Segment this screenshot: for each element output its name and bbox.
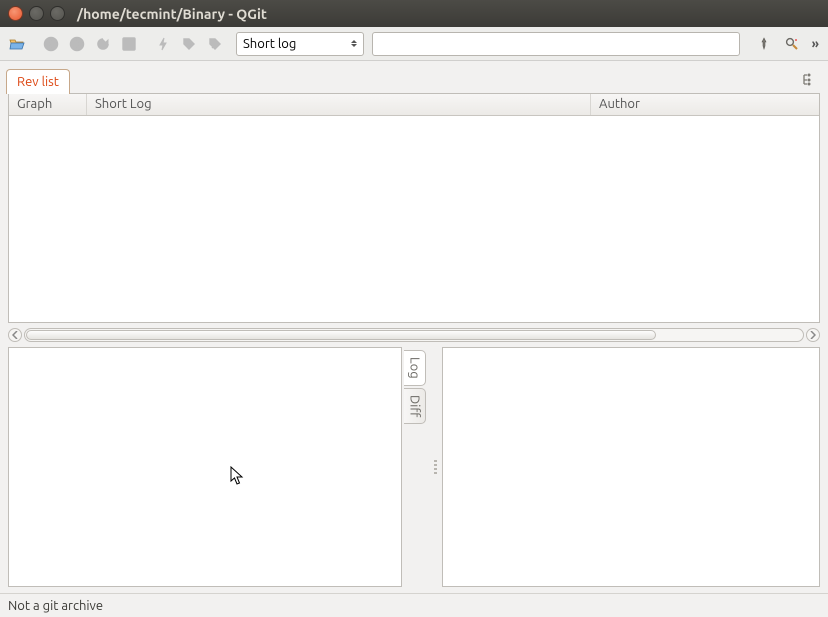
chevron-left-icon [12,331,18,339]
back-button[interactable] [40,33,62,55]
window-close-button[interactable] [8,6,23,21]
column-header-graph[interactable]: Graph [9,94,87,115]
file-list-pane[interactable] [442,347,820,587]
scrollbar-track[interactable] [24,328,804,342]
tab-strip: Rev list [0,61,828,93]
lightning-icon [155,36,171,52]
tag-delete-button[interactable] [204,33,226,55]
tag-button[interactable] [178,33,200,55]
status-text: Not a git archive [8,599,103,613]
arrow-right-icon [69,36,85,52]
toolbar-overflow-button[interactable]: » [809,37,822,51]
filter-combo[interactable]: Short log [236,32,364,56]
grip-icon [434,455,437,479]
tag-icon [181,36,197,52]
window-minimize-button[interactable] [29,6,44,21]
scroll-right-button[interactable] [806,328,820,342]
save-button[interactable] [118,33,140,55]
titlebar: /home/tecmint/Binary - QGit [0,0,828,27]
tag-delete-icon [207,36,223,52]
pin-button[interactable] [753,33,775,55]
detail-pane[interactable] [8,347,402,587]
column-header-author[interactable]: Author [591,94,819,115]
tab-rev-list[interactable]: Rev list [6,69,70,94]
reload-button[interactable] [92,33,114,55]
revision-table[interactable]: Graph Short Log Author [8,93,820,323]
toolbar: Short log » [0,27,828,61]
horizontal-scrollbar[interactable] [8,327,820,343]
search-input[interactable] [372,32,740,56]
arrow-left-icon [43,36,59,52]
folder-open-icon [9,36,25,52]
tree-view-button[interactable] [798,69,820,91]
window-controls [8,6,65,21]
tree-icon [801,72,817,88]
pin-icon [756,36,772,52]
save-icon [121,36,137,52]
window-title: /home/tecmint/Binary - QGit [77,6,267,22]
scrollbar-thumb[interactable] [26,330,656,340]
table-header: Graph Short Log Author [9,94,819,116]
chevron-right-icon [810,331,816,339]
filter-combo-value: Short log [243,37,296,51]
mailbox-button[interactable] [152,33,174,55]
combo-spinner-icon [351,40,357,47]
forward-button[interactable] [66,33,88,55]
find-button[interactable] [781,33,803,55]
status-bar: Not a git archive [0,593,828,617]
main-content: Graph Short Log Author Log Diff [0,93,828,593]
window-maximize-button[interactable] [50,6,65,21]
table-body[interactable] [9,116,819,322]
scroll-left-button[interactable] [8,328,22,342]
bottom-panes: Log Diff [8,347,820,587]
sidetab-log[interactable]: Log [404,350,426,386]
column-header-short-log[interactable]: Short Log [87,94,591,115]
splitter-handle[interactable] [432,347,438,587]
open-folder-button[interactable] [6,33,28,55]
sidetab-diff[interactable]: Diff [404,388,426,424]
search-wand-icon [784,36,800,52]
reload-icon [95,36,111,52]
